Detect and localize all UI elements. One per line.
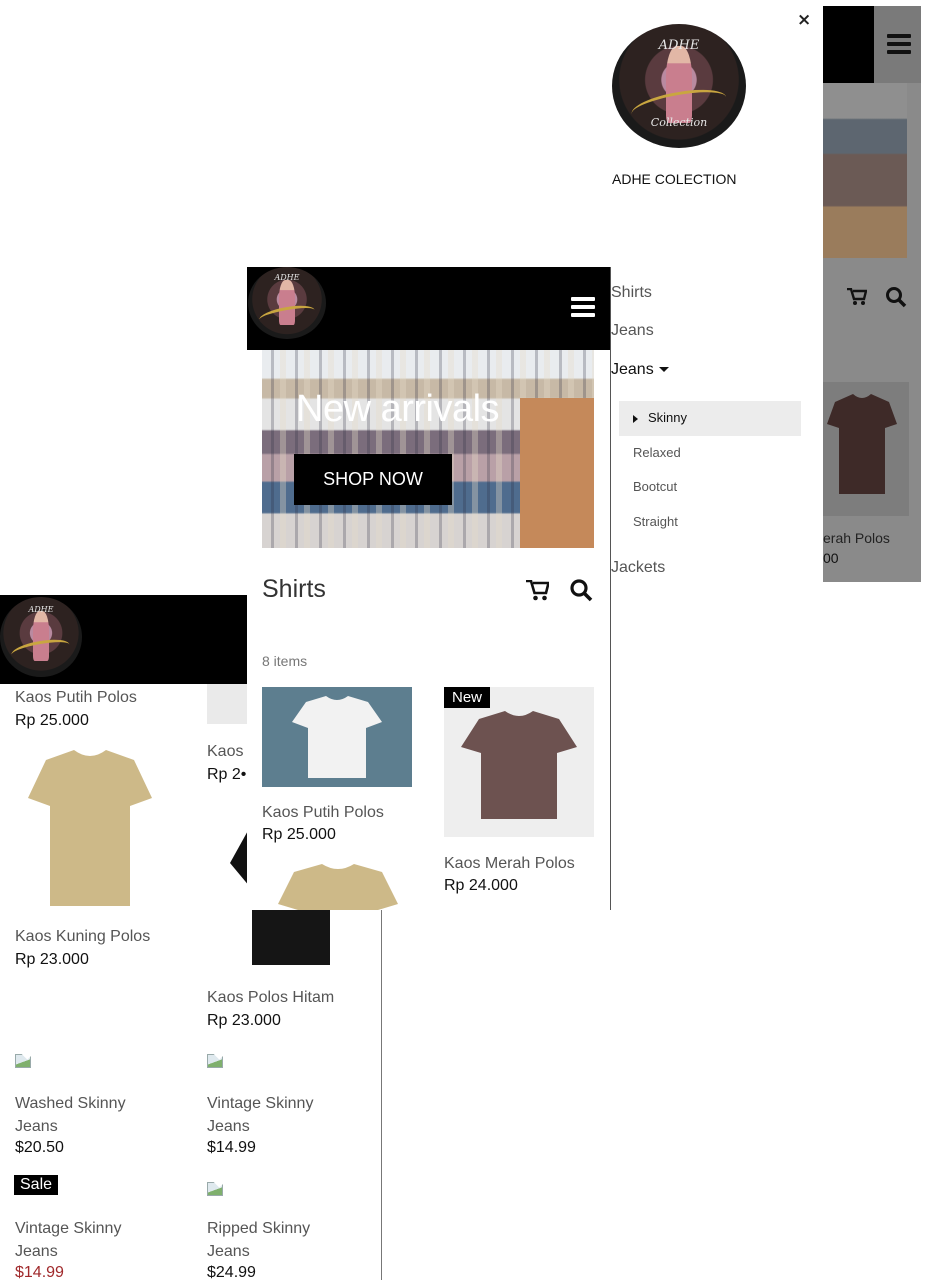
header-bar: ADHE [0,595,247,684]
menu-item-label: Jeans [611,361,654,378]
background-screen-right: erah Polos 00 [823,6,921,582]
product-image[interactable] [823,382,909,516]
product-name: erah Polos [823,530,890,546]
new-badge: New [444,687,491,708]
product-image[interactable] [262,687,412,787]
search-icon[interactable] [885,286,907,312]
hamburger-icon[interactable] [887,34,911,54]
store-logo[interactable]: ADHE Collection [612,24,746,148]
product-price: Rp 23.000 [207,1012,281,1029]
search-icon[interactable] [569,578,593,606]
menu-item-shirts[interactable]: Shirts [611,284,652,302]
item-count: 8 items [262,653,308,669]
tshirt-white-icon [292,696,382,778]
product-name[interactable]: Vintage Skinny Jeans [207,1092,357,1138]
cart-icon[interactable] [847,287,868,310]
close-icon[interactable]: × [797,10,811,30]
broken-image-icon[interactable] [207,1176,225,1198]
header-bar: ADHE [247,267,610,350]
product-name[interactable]: Kaos Putih Polos [262,804,384,822]
product-price-partial: Rp 2• [207,766,247,783]
product-price: 00 [823,550,839,566]
page-title: Shirts [262,575,326,603]
product-price: $14.99 [207,1139,256,1156]
caret-right-icon [633,414,638,423]
product-name[interactable]: Kaos Putih Polos [15,689,137,707]
caret-down-icon [658,367,669,373]
product-image[interactable]: New [444,687,594,837]
submenu-label: Skinny [648,410,688,425]
sale-badge: Sale [14,1175,59,1195]
product-name[interactable]: Washed Skinny Jeans [15,1092,165,1138]
menu-item-jackets[interactable]: Jackets [611,559,665,577]
product-image[interactable] [207,684,247,724]
hero-heading: New arrivals [296,388,500,430]
logo-text-bottom: Collection [650,116,708,129]
tshirt-yellow-icon [28,750,152,906]
sale-price: $14.99 [15,1264,64,1280]
submenu-item-skinny[interactable]: Skinny [619,401,801,436]
product-image[interactable] [252,910,330,965]
broken-image-icon[interactable] [207,1048,225,1070]
submenu-item-straight[interactable]: Straight [633,514,678,529]
product-price: Rp 25.000 [15,712,89,729]
store-logo[interactable]: ADHE [0,597,82,677]
product-price: Rp 24.000 [444,877,518,894]
product-image[interactable] [262,862,412,910]
product-name[interactable]: Ripped Skinny Jeans [207,1217,357,1263]
counter-shape [520,398,594,548]
header-bar [823,6,874,83]
product-name[interactable]: Kaos Polos Hitam [207,989,334,1007]
logo-text-top: ADHE [658,38,700,53]
tshirt-yellow-icon [278,864,398,910]
logo-text-top: ADHE [28,605,54,614]
foreground-screen: ADHE New arrivals SHOP NOW Shirts 8 item… [247,267,611,910]
product-price: Rp 25.000 [262,826,336,843]
submenu-item-relaxed[interactable]: Relaxed [633,445,681,460]
product-price: $24.99 [207,1264,256,1280]
store-name: ADHE COLECTION [612,171,737,187]
logo-text-top: ADHE [274,273,300,282]
cart-icon[interactable] [526,579,551,605]
hero-banner[interactable]: New arrivals SHOP NOW [262,350,594,548]
broken-image-icon[interactable] [15,1048,33,1070]
nav-drawer: × ADHE Collection ADHE COLECTION Shirts … [611,0,823,600]
submenu-item-bootcut[interactable]: Bootcut [633,479,677,494]
store-logo[interactable]: ADHE [248,267,326,339]
product-name[interactable]: Vintage Skinny Jeans [15,1217,165,1263]
menu-toggle-area[interactable] [874,6,921,83]
product-name[interactable]: Kaos Merah Polos [444,855,575,873]
product-price: $20.50 [15,1139,64,1156]
hero-image [823,83,907,258]
product-image[interactable] [15,743,165,913]
tshirt-brown-icon [461,711,577,819]
menu-item-jeans-expanded[interactable]: Jeans [611,361,669,379]
product-price: Rp 23.000 [15,951,89,968]
menu-item-jeans[interactable]: Jeans [611,322,654,340]
product-name[interactable]: Kaos Kuning Polos [15,928,150,946]
product-name-partial[interactable]: Kaos [207,743,243,761]
hamburger-icon[interactable] [571,297,595,317]
shop-now-button[interactable]: SHOP NOW [294,454,452,505]
